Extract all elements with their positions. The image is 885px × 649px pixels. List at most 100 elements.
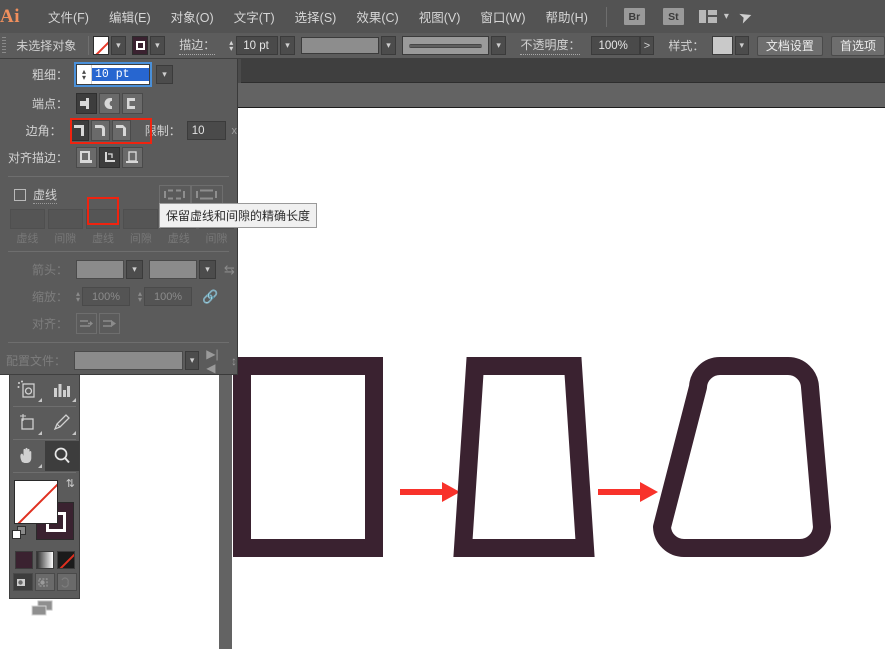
- fill-color-swatch[interactable]: [93, 36, 110, 55]
- projecting-cap-icon[interactable]: [122, 93, 143, 114]
- arrow-scale-start[interactable]: 100%: [82, 287, 131, 306]
- menu-view[interactable]: 视图(V): [409, 0, 471, 33]
- stroke-weight-stepper[interactable]: ▴ ▾: [77, 65, 92, 84]
- draw-inside-icon[interactable]: [56, 573, 77, 591]
- tools-palette: ⇅: [9, 374, 80, 616]
- preferences-button[interactable]: 首选项: [830, 35, 885, 56]
- gap-field-2[interactable]: [123, 209, 159, 229]
- fill-stroke-controls: ⇅: [10, 474, 79, 548]
- brush-definition[interactable]: [402, 36, 490, 55]
- round-join-icon[interactable]: [90, 120, 110, 141]
- align-stroke-center-icon[interactable]: [76, 147, 97, 168]
- stroke-weight-value[interactable]: 10 pt: [92, 68, 149, 81]
- flip-across-icon[interactable]: ▶|◀: [206, 347, 224, 375]
- opacity-label: 不透明度：: [520, 36, 581, 55]
- hand-tool-icon[interactable]: [10, 441, 45, 471]
- align-stroke-outside-icon[interactable]: [122, 147, 143, 168]
- stock-button[interactable]: St: [662, 8, 684, 25]
- dash-field-1[interactable]: [10, 209, 45, 229]
- app-logo: Ai: [0, 5, 20, 27]
- arrange-documents-icon[interactable]: [698, 10, 717, 23]
- stroke-weight-dropdown-icon[interactable]: ▾: [280, 36, 295, 55]
- align-stroke-inside-icon[interactable]: [99, 147, 120, 168]
- broken-link-icon[interactable]: 🔗: [202, 289, 218, 305]
- swap-fill-stroke-icon[interactable]: ⇅: [66, 477, 75, 490]
- width-profile-dropdown-icon[interactable]: ▾: [184, 351, 200, 370]
- color-mode-row: [10, 548, 79, 571]
- menu-help[interactable]: 帮助(H): [536, 0, 598, 33]
- align-stroke-label: 对齐描边：: [7, 151, 68, 165]
- transform-arrow-2: [598, 482, 658, 502]
- stroke-weight-stepper[interactable]: ▴ ▾: [229, 38, 233, 52]
- color-solid-icon[interactable]: [14, 551, 33, 569]
- gap-field-1[interactable]: [47, 209, 83, 229]
- cap-label: 端点：: [31, 97, 68, 111]
- stroke-weight-dropdown-icon[interactable]: ▾: [156, 65, 173, 84]
- bridge-button[interactable]: Br: [623, 8, 645, 25]
- gap-caption-1: 间隙: [54, 233, 77, 245]
- menu-type[interactable]: 文字(T): [224, 0, 285, 33]
- dash-fit-corners-icon[interactable]: [191, 184, 223, 205]
- arrowhead-start-select[interactable]: [76, 260, 124, 279]
- menu-file[interactable]: 文件(F): [38, 0, 99, 33]
- gap-caption-3: 间隙: [205, 233, 228, 245]
- screen-mode-row: [10, 593, 79, 619]
- stroke-weight-value[interactable]: 10 pt: [236, 36, 279, 55]
- miter-join-icon[interactable]: [69, 120, 89, 141]
- dashed-line-checkbox[interactable]: [14, 188, 26, 201]
- dash-exact-length-icon[interactable]: [159, 184, 191, 205]
- arrowhead-end-dropdown-icon[interactable]: ▾: [199, 260, 216, 279]
- draw-normal-icon[interactable]: [12, 573, 33, 591]
- menu-object[interactable]: 对象(O): [161, 0, 224, 33]
- menu-effect[interactable]: 效果(C): [346, 0, 408, 33]
- column-graph-tool-icon[interactable]: [45, 375, 80, 405]
- arrow-scale-end[interactable]: 100%: [144, 287, 193, 306]
- chevron-down-icon[interactable]: ▾: [724, 11, 729, 22]
- screen-mode-icon[interactable]: [30, 599, 60, 619]
- slice-tool-icon[interactable]: [45, 408, 80, 438]
- style-dropdown-icon[interactable]: ▾: [734, 36, 749, 55]
- arrowhead-end-select[interactable]: [149, 260, 197, 279]
- stroke-weight-input[interactable]: ▴ ▾ 10 pt: [74, 62, 152, 87]
- rectangle-shape[interactable]: [233, 357, 383, 557]
- fill-color-indicator[interactable]: [14, 480, 58, 524]
- width-profile-label: 配置文件：: [6, 354, 67, 368]
- trapezoid-shape[interactable]: [453, 357, 595, 557]
- horizontal-ruler: [232, 83, 885, 108]
- extend-arrow-beyond-end-icon[interactable]: [76, 313, 97, 334]
- gradient-icon[interactable]: [35, 551, 54, 569]
- width-profile-dropdown-icon[interactable]: ▾: [381, 36, 396, 55]
- width-profile-select[interactable]: [74, 351, 183, 370]
- round-cap-icon[interactable]: [99, 93, 120, 114]
- butt-cap-icon[interactable]: [76, 93, 97, 114]
- brush-dropdown-icon[interactable]: ▾: [491, 36, 506, 55]
- flip-along-icon[interactable]: ↕: [231, 354, 237, 368]
- symbol-sprayer-tool-icon[interactable]: [10, 375, 45, 405]
- swap-arrows-icon[interactable]: ⇆: [224, 262, 235, 278]
- stroke-color-swatch[interactable]: [132, 36, 149, 55]
- variable-width-profile[interactable]: [301, 37, 380, 54]
- bevel-join-icon[interactable]: [111, 120, 131, 141]
- menu-window[interactable]: 窗口(W): [470, 0, 535, 33]
- graphic-style-swatch[interactable]: [712, 36, 733, 55]
- place-arrow-at-end-icon[interactable]: [99, 313, 120, 334]
- artboard-canvas[interactable]: [232, 108, 885, 649]
- none-icon[interactable]: [56, 551, 75, 569]
- artboard-tool-icon[interactable]: [10, 408, 45, 438]
- document-setup-button[interactable]: 文档设置: [756, 35, 823, 56]
- opacity-options-button[interactable]: >: [640, 36, 654, 55]
- menu-edit[interactable]: 编辑(E): [99, 0, 161, 33]
- control-bar-grip[interactable]: [0, 33, 8, 59]
- rounded-trapezoid-shape[interactable]: [653, 356, 831, 558]
- rocket-icon[interactable]: ➤: [736, 5, 755, 28]
- menu-select[interactable]: 选择(S): [285, 0, 347, 33]
- arrowhead-start-dropdown-icon[interactable]: ▾: [126, 260, 143, 279]
- dash-caption-2: 虚线: [92, 233, 115, 245]
- opacity-value[interactable]: 100%: [591, 36, 641, 55]
- fill-dropdown-icon[interactable]: ▾: [111, 36, 126, 55]
- miter-limit-input[interactable]: 10: [186, 121, 226, 140]
- zoom-tool-icon[interactable]: [44, 441, 79, 471]
- draw-behind-icon[interactable]: [34, 573, 55, 591]
- stroke-dropdown-icon[interactable]: ▾: [150, 36, 165, 55]
- dash-field-2[interactable]: [85, 209, 121, 229]
